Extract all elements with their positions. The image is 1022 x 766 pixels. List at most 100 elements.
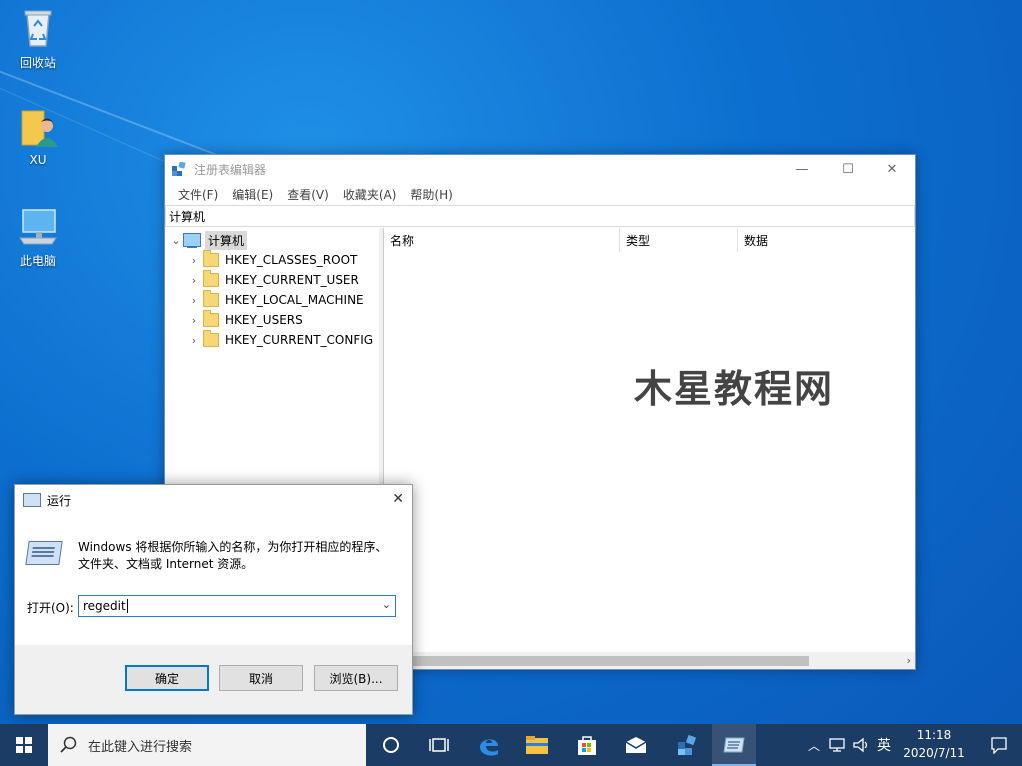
desktop-user-folder[interactable]: XU: [3, 105, 73, 167]
computer-icon: [183, 233, 201, 248]
menu-bar: 文件(F) 编辑(E) 查看(V) 收藏夹(A) 帮助(H): [165, 183, 915, 205]
open-input-value: regedit: [83, 599, 126, 613]
run-body: Windows 将根据你所输入的名称，为你打开相应的程序、文件夹、文档或 Int…: [15, 515, 412, 643]
folder-icon: [203, 330, 219, 347]
tree-item[interactable]: › HKEY_CURRENT_CONFIG: [187, 330, 379, 350]
chevron-down-icon[interactable]: ⌄: [169, 234, 183, 247]
menu-edit[interactable]: 编辑(E): [225, 186, 280, 203]
folder-icon: [203, 290, 219, 307]
menu-file[interactable]: 文件(F): [171, 186, 225, 203]
minimize-icon: —: [795, 161, 809, 177]
tree-item[interactable]: › HKEY_USERS: [187, 310, 379, 330]
maximize-button[interactable]: ☐: [825, 155, 871, 183]
run-icon: [723, 737, 745, 753]
desktop-icon-label: 回收站: [19, 56, 56, 70]
task-view-button[interactable]: [416, 724, 462, 766]
mail-button[interactable]: [612, 724, 660, 766]
file-explorer-button[interactable]: [514, 724, 560, 766]
network-button[interactable]: [826, 724, 850, 766]
folder-icon: [203, 270, 219, 287]
run-icon: [23, 493, 41, 507]
volume-button[interactable]: [850, 724, 872, 766]
run-dialog: 运行 ✕ Windows 将根据你所输入的名称，为你打开相应的程序、文件夹、文档…: [14, 484, 413, 715]
taskbar-clock[interactable]: 11:18 2020/7/11: [892, 726, 976, 762]
menu-view[interactable]: 查看(V): [280, 186, 336, 203]
desktop-icon-label: XU: [29, 153, 47, 167]
regedit-taskbar-button[interactable]: [664, 724, 710, 766]
run-taskbar-button[interactable]: [712, 724, 756, 766]
address-bar[interactable]: 计算机: [165, 205, 915, 227]
tree-item[interactable]: › HKEY_CURRENT_USER: [187, 270, 379, 290]
run-description: Windows 将根据你所输入的名称，为你打开相应的程序、文件夹、文档或 Int…: [78, 540, 388, 571]
cancel-button[interactable]: 取消: [219, 665, 303, 691]
run-title-bar[interactable]: 运行 ✕: [15, 485, 412, 515]
open-label: 打开(O):: [27, 601, 74, 615]
chevron-right-icon[interactable]: ›: [187, 334, 201, 347]
start-button[interactable]: [0, 724, 48, 766]
tray-overflow-button[interactable]: ︿: [804, 724, 824, 766]
notification-icon: [991, 737, 1007, 754]
ok-button[interactable]: 确定: [125, 665, 209, 691]
network-icon: [829, 738, 845, 752]
tree-root[interactable]: ⌄ 计算机: [165, 230, 379, 250]
desktop-recycle-bin[interactable]: 回收站: [3, 6, 73, 71]
tree-item-label: HKEY_USERS: [225, 313, 303, 327]
close-icon[interactable]: ✕: [392, 491, 404, 507]
chevron-down-icon[interactable]: ⌄: [382, 598, 391, 611]
close-icon: ✕: [886, 161, 898, 177]
run-title: 运行: [47, 493, 72, 508]
menu-help[interactable]: 帮助(H): [403, 186, 459, 203]
tree-root-label: 计算机: [205, 230, 248, 250]
action-center-button[interactable]: [976, 724, 1022, 766]
folder-icon: [203, 310, 219, 327]
minimize-button[interactable]: —: [779, 155, 825, 183]
search-icon: [60, 736, 77, 753]
folder-icon: [526, 736, 548, 754]
speaker-icon: [853, 737, 868, 753]
clock-date: 2020/7/11: [903, 746, 965, 760]
taskbar-search[interactable]: 在此键入进行搜索: [48, 724, 366, 766]
tree-item-label: HKEY_CLASSES_ROOT: [225, 253, 358, 267]
edge-button[interactable]: [466, 724, 512, 766]
chevron-up-icon: ︿: [807, 738, 820, 753]
cortana-circle-icon: [383, 737, 399, 753]
mail-icon: [625, 737, 647, 753]
column-type[interactable]: 类型: [620, 228, 738, 252]
open-input[interactable]: regedit ⌄: [78, 595, 396, 617]
column-headers: 名称 类型 数据: [384, 228, 915, 253]
recycle-bin-icon: [16, 6, 60, 50]
menu-favorites[interactable]: 收藏夹(A): [336, 186, 404, 203]
folder-icon: [203, 250, 219, 267]
column-name[interactable]: 名称: [384, 228, 620, 252]
registry-editor-icon: [172, 161, 186, 176]
windows-logo-icon: [16, 737, 32, 753]
horizontal-scrollbar[interactable]: ›: [384, 652, 915, 669]
desktop-icon-label: 此电脑: [19, 254, 56, 268]
tree-item-label: HKEY_CURRENT_CONFIG: [225, 333, 374, 347]
close-button[interactable]: ✕: [869, 155, 915, 183]
edge-icon: [480, 739, 498, 756]
browse-button[interactable]: 浏览(B)...: [314, 665, 398, 691]
watermark-text: 木星教程网: [634, 367, 835, 411]
chevron-right-icon[interactable]: ›: [187, 254, 201, 267]
values-list: 名称 类型 数据 木星教程网 ›: [384, 228, 915, 669]
task-view-icon: [429, 738, 449, 752]
chevron-right-icon[interactable]: ›: [187, 314, 201, 327]
tree-item[interactable]: › HKEY_CLASSES_ROOT: [187, 250, 379, 270]
tree-item[interactable]: › HKEY_LOCAL_MACHINE: [187, 290, 379, 310]
store-button[interactable]: [564, 724, 610, 766]
tree-item-label: HKEY_CURRENT_USER: [225, 273, 359, 287]
column-data[interactable]: 数据: [738, 228, 914, 252]
run-button-bar: 确定 取消 浏览(B)...: [15, 645, 412, 714]
scroll-right-icon[interactable]: ›: [907, 652, 911, 669]
chevron-right-icon[interactable]: ›: [187, 294, 201, 307]
search-placeholder: 在此键入进行搜索: [88, 739, 193, 755]
scrollbar-thumb[interactable]: [384, 656, 809, 666]
title-bar[interactable]: 注册表编辑器 — ☐ ✕: [165, 155, 915, 183]
window-title: 注册表编辑器: [194, 162, 267, 177]
taskbar: 在此键入进行搜索 ︿ 英 11:18 2020/7/11: [0, 724, 1022, 766]
desktop-this-pc[interactable]: 此电脑: [3, 204, 73, 269]
computer-icon: [16, 204, 60, 248]
cortana-button[interactable]: [368, 724, 414, 766]
chevron-right-icon[interactable]: ›: [187, 274, 201, 287]
